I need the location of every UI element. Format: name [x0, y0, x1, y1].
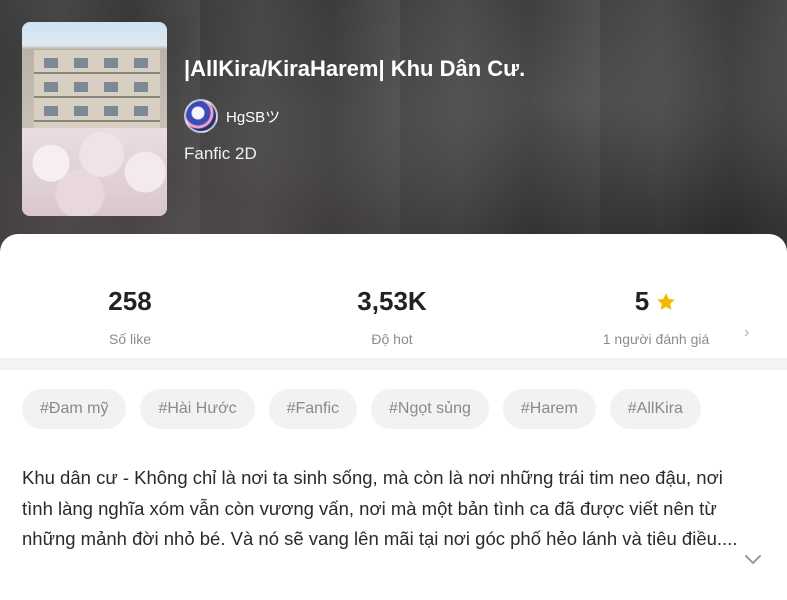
story-title: |AllKira/KiraHarem| Khu Dân Cư.	[184, 56, 526, 81]
tag-chip[interactable]: #Fanfic	[268, 389, 358, 429]
cover-floor	[34, 96, 160, 98]
stat-hot: 3,53K Độ hot	[292, 286, 492, 347]
cover-window	[74, 106, 88, 116]
tag-chip[interactable]: #Harem	[502, 389, 596, 429]
tag-chip[interactable]: #Hài Hước	[140, 389, 255, 429]
rating-label: 1 người đánh giá	[602, 331, 710, 347]
story-genre: Fanfic 2D	[184, 144, 257, 163]
cover-floor	[34, 120, 160, 122]
star-icon	[657, 292, 675, 310]
cover-window	[104, 82, 118, 92]
tag-list: #Đam mỹ #Hài Hước #Fanfic #Ngọt sủng #Ha…	[22, 389, 701, 429]
cover-window	[44, 82, 58, 92]
cover-window	[104, 58, 118, 68]
tag-chip[interactable]: #Đam mỹ	[22, 389, 127, 429]
cover-window	[134, 106, 148, 116]
cover-window	[74, 82, 88, 92]
cover-blossoms	[22, 128, 167, 216]
rating-value: 5	[634, 286, 650, 316]
cover-window	[134, 82, 148, 92]
likes-count: 258	[108, 286, 152, 316]
cover-window	[44, 58, 58, 68]
cover-window	[134, 58, 148, 68]
chevron-down-icon[interactable]	[744, 554, 762, 566]
cover-window	[104, 106, 118, 116]
chevron-right-icon[interactable]: ›	[744, 324, 749, 342]
rating-value-row: 5	[556, 286, 756, 317]
details-sheet: 258 Số like 3,53K Độ hot 5 1 người đánh …	[0, 234, 787, 600]
author-avatar[interactable]	[184, 99, 218, 133]
cover-window	[74, 58, 88, 68]
hot-label: Độ hot	[371, 331, 413, 347]
cover-floor	[34, 72, 160, 74]
tag-chip[interactable]: #AllKira	[609, 389, 701, 429]
likes-label: Số like	[108, 331, 152, 347]
hot-count: 3,53K	[357, 286, 427, 316]
story-cover[interactable]	[22, 22, 167, 216]
section-divider	[0, 358, 787, 370]
stats-row: 258 Số like 3,53K Độ hot 5 1 người đánh …	[0, 234, 787, 358]
author-name[interactable]: HgSBツ	[226, 106, 280, 127]
cover-window	[44, 106, 58, 116]
story-description: Khu dân cư - Không chỉ là nơi ta sinh số…	[22, 467, 738, 549]
author-row[interactable]: HgSBツ	[184, 99, 280, 133]
stat-rating[interactable]: 5 1 người đánh giá	[556, 286, 756, 347]
tag-chip[interactable]: #Ngọt sủng	[371, 389, 489, 429]
stat-likes: 258 Số like	[30, 286, 230, 347]
